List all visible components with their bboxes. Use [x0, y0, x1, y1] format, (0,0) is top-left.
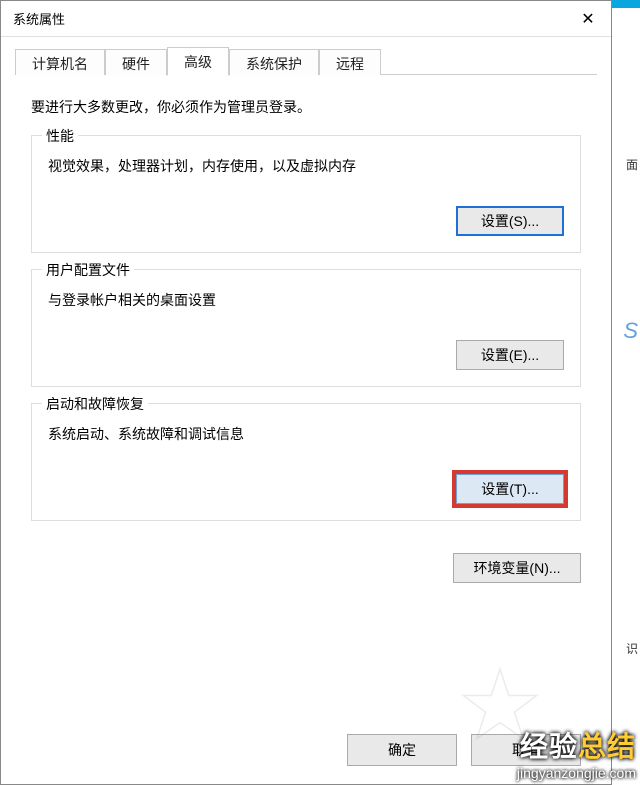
tab-strip: 计算机名 硬件 高级 系统保护 远程	[15, 47, 597, 75]
background-window-edge: 面 S 识	[612, 0, 640, 785]
group-title-performance: 性能	[42, 126, 78, 146]
user-profiles-settings-button[interactable]: 设置(E)...	[456, 340, 564, 370]
environment-variables-button[interactable]: 环境变量(N)...	[453, 553, 581, 583]
bg-fragment: 识	[626, 640, 638, 657]
user-profiles-desc: 与登录帐户相关的桌面设置	[48, 290, 564, 310]
tab-advanced[interactable]: 高级	[167, 47, 229, 76]
tab-hardware[interactable]: 硬件	[105, 49, 167, 75]
close-icon: ✕	[581, 9, 594, 29]
bg-fragment: S	[623, 318, 638, 344]
performance-desc: 视觉效果，处理器计划，内存使用，以及虚拟内存	[48, 156, 564, 176]
admin-notice: 要进行大多数更改，你必须作为管理员登录。	[31, 97, 581, 117]
system-properties-window: 系统属性 ✕ 计算机名 硬件 高级 系统保护 远程 要进行大多数更改，你必须作为…	[0, 0, 612, 785]
cancel-button[interactable]: 取消	[471, 734, 581, 766]
tab-remote[interactable]: 远程	[319, 49, 381, 75]
group-performance: 性能 视觉效果，处理器计划，内存使用，以及虚拟内存 设置(S)...	[31, 135, 581, 253]
titlebar: 系统属性 ✕	[1, 1, 611, 37]
tab-content-advanced: 要进行大多数更改，你必须作为管理员登录。 性能 视觉效果，处理器计划，内存使用，…	[1, 75, 611, 547]
group-user-profiles: 用户配置文件 与登录帐户相关的桌面设置 设置(E)...	[31, 269, 581, 387]
window-title: 系统属性	[13, 9, 65, 28]
tab-computer-name[interactable]: 计算机名	[15, 49, 105, 75]
dialog-footer: 确定 取消	[1, 734, 611, 766]
startup-recovery-desc: 系统启动、系统故障和调试信息	[48, 424, 564, 444]
group-startup-recovery: 启动和故障恢复 系统启动、系统故障和调试信息 设置(T)...	[31, 403, 581, 521]
startup-recovery-settings-button[interactable]: 设置(T)...	[456, 474, 564, 504]
tab-system-protection[interactable]: 系统保护	[229, 49, 319, 75]
performance-settings-button[interactable]: 设置(S)...	[456, 206, 564, 236]
group-title-startup-recovery: 启动和故障恢复	[42, 394, 148, 414]
group-title-user-profiles: 用户配置文件	[42, 260, 134, 280]
bg-fragment: 面	[626, 156, 638, 173]
close-button[interactable]: ✕	[565, 2, 611, 36]
ok-button[interactable]: 确定	[347, 734, 457, 766]
